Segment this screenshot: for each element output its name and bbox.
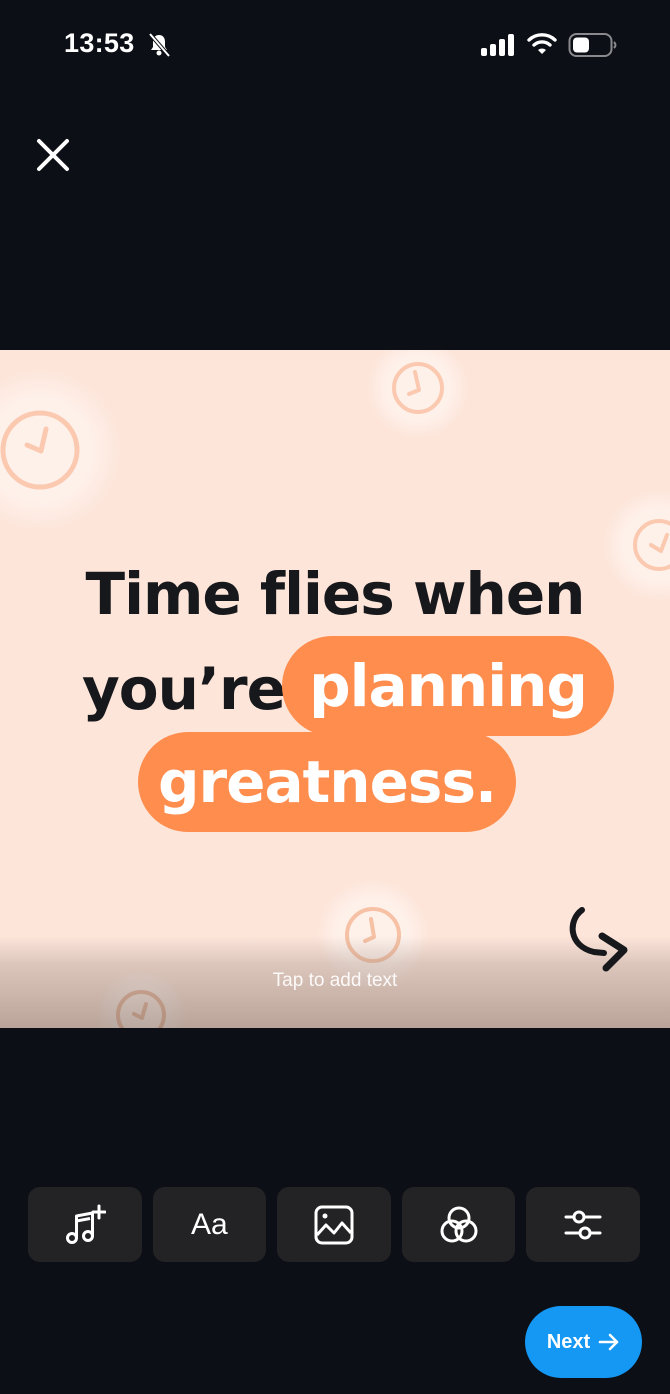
- status-time: 13:53: [64, 28, 135, 58]
- text-icon: Aa: [191, 1207, 228, 1241]
- clock-icon: [0, 410, 80, 490]
- image-button[interactable]: [277, 1187, 391, 1262]
- battery-icon: [568, 33, 617, 57]
- adjust-button[interactable]: [526, 1187, 640, 1262]
- headline-line-1: Time flies when: [85, 560, 586, 628]
- next-button[interactable]: Next: [525, 1306, 642, 1378]
- image-icon: [314, 1205, 354, 1244]
- add-music-button[interactable]: [28, 1187, 142, 1262]
- music-add-icon: [65, 1204, 106, 1244]
- editor-toolbar: Aa: [28, 1187, 640, 1262]
- sliders-icon: [564, 1210, 602, 1239]
- highlight-planning-text: planning: [309, 652, 588, 720]
- text-button[interactable]: Aa: [152, 1187, 267, 1262]
- filters-icon: [440, 1206, 478, 1242]
- highlight-planning: planning: [282, 636, 614, 736]
- next-label: Next: [546, 1330, 591, 1353]
- arrow-right-icon: [598, 1333, 619, 1351]
- headline-line-2-text: you’re: [82, 655, 286, 723]
- close-button[interactable]: [30, 132, 76, 178]
- clock-decoration: [368, 350, 468, 438]
- highlight-greatness-text: greatness.: [157, 748, 497, 816]
- signal-icon: [481, 34, 514, 56]
- filters-button[interactable]: [401, 1187, 516, 1262]
- clock-decoration: [0, 370, 120, 530]
- story-editor-screen: 13:53 Tap to add text Time flies when yo…: [0, 0, 670, 1394]
- highlight-greatness: greatness.: [138, 732, 516, 832]
- curved-arrow-icon: [569, 907, 628, 972]
- clock-icon: [392, 362, 444, 414]
- close-icon: [37, 139, 69, 171]
- bell-slash-icon: [148, 32, 171, 58]
- wifi-icon: [527, 33, 557, 54]
